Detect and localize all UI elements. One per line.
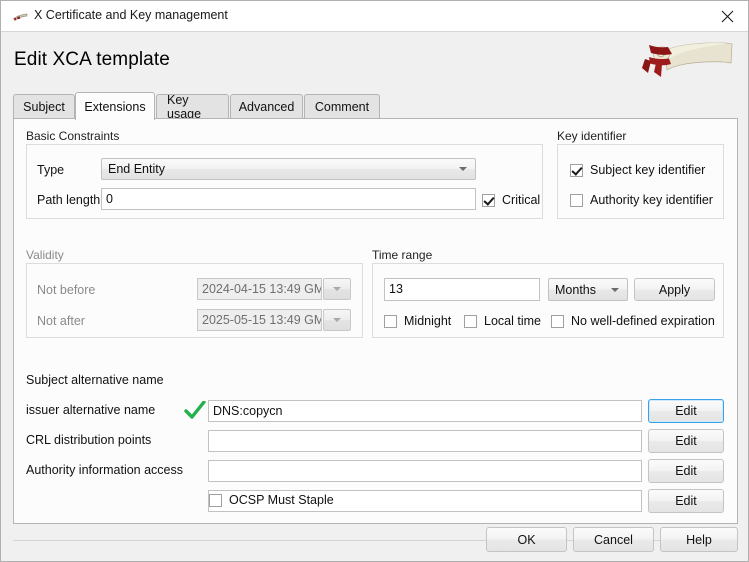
authority-key-identifier-checkbox-box <box>570 193 583 207</box>
apply-button[interactable]: Apply <box>634 278 715 301</box>
critical-checkbox[interactable]: Critical <box>482 193 540 207</box>
time-range-unit-value: Months <box>555 282 596 297</box>
no-expiration-checkbox-label: No well-defined expiration <box>571 314 715 328</box>
key-identifier-group <box>557 144 724 219</box>
tab-subject[interactable]: Subject <box>13 94 75 119</box>
critical-checkbox-label: Critical <box>502 193 541 207</box>
local-time-checkbox-box <box>464 314 477 328</box>
certificate-scroll-icon <box>635 37 738 85</box>
title-bar: X Certificate and Key management <box>1 1 748 32</box>
midnight-checkbox-label: Midnight <box>404 314 452 328</box>
ocsp-must-staple-checkbox-box <box>209 493 222 507</box>
critical-checkbox-box <box>482 193 495 207</box>
subject-key-identifier-checkbox[interactable]: Subject key identifier <box>570 163 705 177</box>
chevron-down-icon <box>333 287 341 291</box>
midnight-checkbox-box <box>384 314 397 328</box>
authority-information-access-label: Authority information access <box>26 463 184 477</box>
tab-bar: Subject Extensions Key usage Advanced Co… <box>13 92 738 121</box>
not-before-label: Not before <box>37 283 96 297</box>
no-expiration-checkbox-box <box>551 314 564 328</box>
local-time-checkbox[interactable]: Local time <box>464 314 541 328</box>
ocsp-must-staple-label: OCSP Must Staple <box>229 493 334 507</box>
authority-information-access-edit-button[interactable]: Edit <box>648 489 724 513</box>
valid-check-icon <box>184 400 206 421</box>
crl-distribution-points-label: CRL distribution points <box>26 433 152 447</box>
time-range-group-label: Time range <box>372 248 433 262</box>
issuer-alternative-name-input[interactable] <box>208 430 642 452</box>
subject-alternative-name-label: Subject alternative name <box>26 373 164 387</box>
crl-distribution-points-input[interactable] <box>208 460 642 482</box>
tab-comment[interactable]: Comment <box>304 94 380 119</box>
dialog-body: Edit XCA template Subject Extensions Key… <box>1 32 748 561</box>
basic-constraints-group-label: Basic Constraints <box>26 129 120 143</box>
help-button[interactable]: Help <box>660 527 738 552</box>
crl-distribution-points-edit-button[interactable]: Edit <box>648 459 724 483</box>
authority-key-identifier-label: Authority key identifier <box>590 193 713 207</box>
not-after-label: Not after <box>37 314 85 328</box>
time-range-amount-input[interactable]: 13 <box>384 278 540 301</box>
path-length-input[interactable]: 0 <box>101 188 476 210</box>
time-range-unit-select[interactable]: Months <box>548 278 628 301</box>
xca-edit-template-window: X Certificate and Key management Edit XC… <box>0 0 749 562</box>
tab-key-usage[interactable]: Key usage <box>156 93 229 121</box>
page-title: Edit XCA template <box>14 49 170 70</box>
chevron-down-icon <box>459 167 467 171</box>
validity-group-label: Validity <box>26 248 64 262</box>
key-identifier-group-label: Key identifier <box>557 129 627 143</box>
basic-constraints-type-select[interactable]: End Entity <box>101 158 476 180</box>
local-time-checkbox-label: Local time <box>484 314 541 328</box>
type-label: Type <box>37 163 65 177</box>
issuer-alternative-name-label: issuer alternative name <box>26 403 156 417</box>
tab-advanced[interactable]: Advanced <box>230 94 303 119</box>
not-after-input[interactable]: 2025-05-15 13:49 GMT <box>197 309 322 331</box>
cancel-button[interactable]: Cancel <box>573 527 654 552</box>
basic-constraints-type-value: End Entity <box>108 162 165 176</box>
issuer-alternative-name-edit-button[interactable]: Edit <box>648 429 724 453</box>
ocsp-must-staple-checkbox[interactable]: OCSP Must Staple <box>209 493 334 507</box>
xca-logo-icon <box>12 9 29 25</box>
subject-key-identifier-checkbox-box <box>570 163 583 177</box>
not-before-input[interactable]: 2024-04-15 13:49 GMT <box>197 278 322 300</box>
subject-alternative-name-edit-button[interactable]: Edit <box>648 399 724 423</box>
midnight-checkbox[interactable]: Midnight <box>384 314 451 328</box>
tab-extensions[interactable]: Extensions <box>75 92 155 120</box>
not-before-dropdown-button[interactable] <box>323 278 351 300</box>
ok-button[interactable]: OK <box>486 527 567 552</box>
subject-key-identifier-label: Subject key identifier <box>590 163 706 177</box>
path-length-label: Path length <box>37 193 101 207</box>
subject-alternative-name-input[interactable]: DNS:copycn <box>208 400 642 422</box>
close-icon[interactable] <box>704 1 748 31</box>
chevron-down-icon <box>611 287 619 292</box>
no-expiration-checkbox[interactable]: No well-defined expiration <box>551 314 715 328</box>
window-title: X Certificate and Key management <box>34 8 228 22</box>
not-after-dropdown-button[interactable] <box>323 309 351 331</box>
authority-key-identifier-checkbox[interactable]: Authority key identifier <box>570 193 713 207</box>
chevron-down-icon <box>333 318 341 322</box>
